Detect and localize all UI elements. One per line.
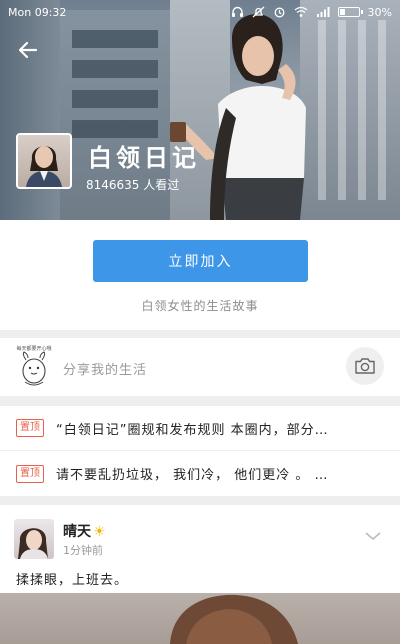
battery-icon [337, 7, 363, 17]
pinned-badge: 置顶 [16, 464, 44, 483]
share-bar[interactable]: 每天都要开心哦 分享我的生活 [0, 338, 400, 396]
signal-icon [316, 7, 330, 17]
post-author-avatar[interactable] [14, 519, 54, 559]
headphones-icon [231, 6, 243, 17]
post-timestamp: 1分钟前 [63, 544, 103, 557]
back-button[interactable] [12, 36, 44, 64]
circle-description: 白领女性的生活故事 [141, 299, 259, 313]
wifi-icon [294, 6, 307, 17]
circle-title: 白领日记 [88, 143, 200, 172]
svg-text:每天都要开心哦: 每天都要开心哦 [16, 345, 51, 352]
back-arrow-icon [18, 41, 38, 59]
pinned-post[interactable]: 置顶 请不要乱扔垃圾， 我们冷， 他们更冷 。 … [0, 451, 400, 496]
status-time: Mon 09:32 [8, 5, 67, 19]
sun-emoji-icon: ☀ [93, 524, 106, 540]
pinned-title: “白领日记”圈规和发布规则 本圈内，部分… [56, 422, 329, 438]
view-count: 8146635 人看过 [86, 178, 180, 192]
camera-button[interactable] [346, 347, 384, 385]
post-body: 揉揉眼，上班去。 [16, 573, 129, 588]
pinned-badge: 置顶 [16, 419, 44, 437]
camera-icon [355, 358, 375, 374]
pinned-list: 置顶 “白领日记”圈规和发布规则 本圈内，部分… 置顶 请不要乱扔垃圾， 我们冷… [0, 406, 400, 496]
join-section: 立即加入 白领女性的生活故事 [0, 220, 400, 330]
pinned-post[interactable]: 置顶 “白领日记”圈规和发布规则 本圈内，部分… [0, 406, 400, 451]
share-input[interactable]: 分享我的生活 [63, 359, 147, 378]
circle-avatar [16, 133, 72, 189]
post-photo[interactable] [0, 593, 400, 644]
alarm-icon [274, 7, 284, 18]
pinned-title: 请不要乱扔垃圾， 我们冷， 他们更冷 。 … [56, 468, 329, 483]
battery-percent: 30% [367, 5, 392, 19]
mute-icon [252, 6, 264, 18]
feed-post: 晴天 ☀ 1分钟前 揉揉眼，上班去。 [0, 505, 400, 644]
cartoon-avatar: 每天都要开心哦 [12, 344, 56, 388]
post-menu-button[interactable] [364, 527, 382, 541]
post-author-name[interactable]: 晴天 ☀ [63, 521, 106, 541]
status-bar: Mon 09:32 30% [0, 0, 400, 24]
chevron-down-icon [365, 532, 381, 541]
join-button[interactable]: 立即加入 [93, 240, 308, 282]
